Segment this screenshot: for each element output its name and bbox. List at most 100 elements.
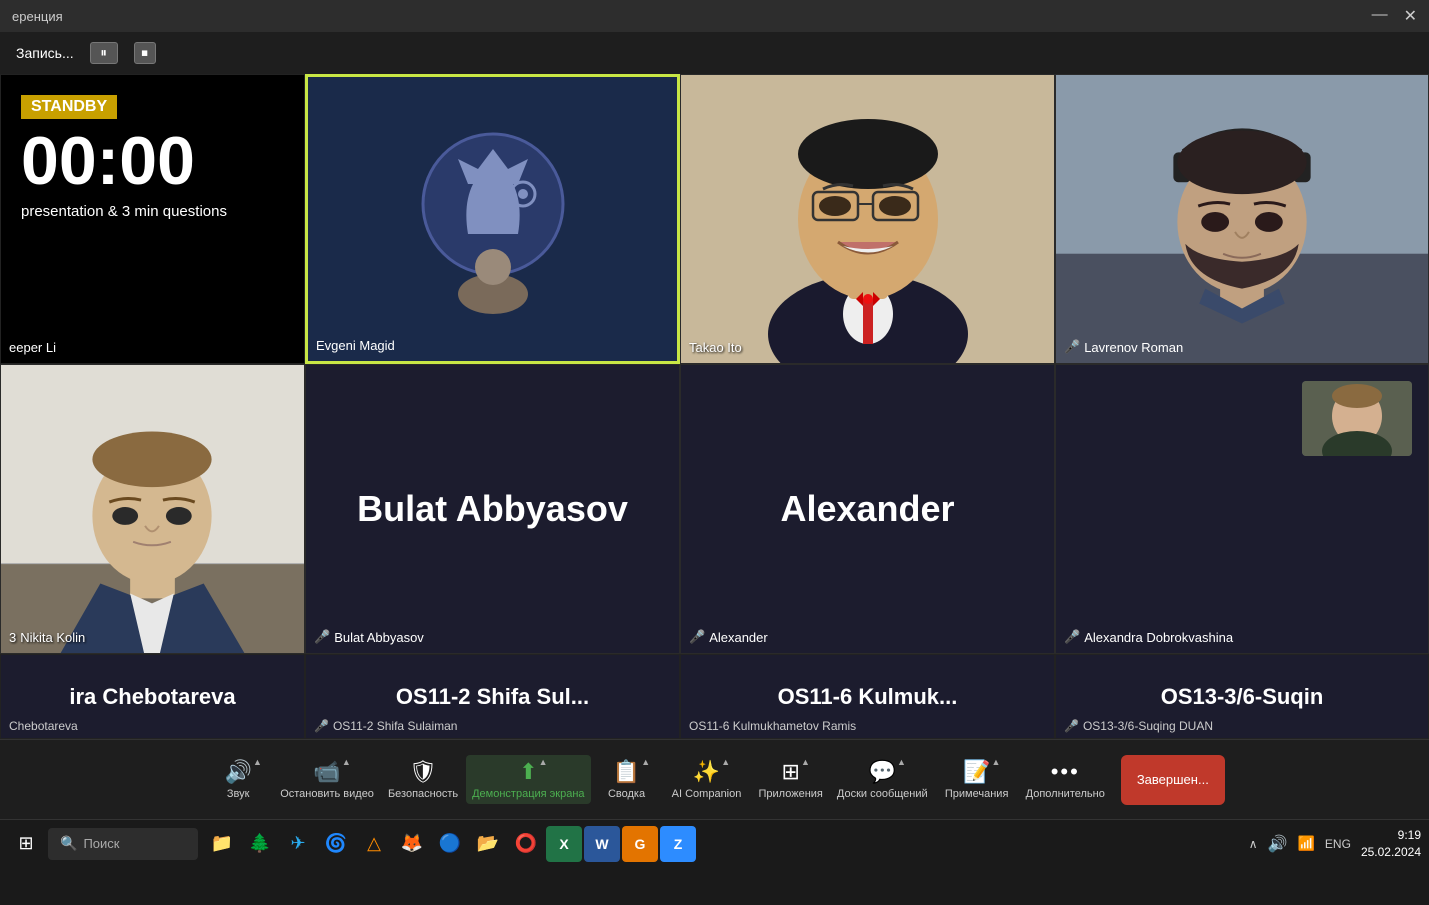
- participant-name-chebotareva: Chebotareva: [9, 719, 78, 733]
- ai-label: AI Companion: [672, 788, 742, 800]
- topbar: Запись... ⏸ ⏹: [0, 32, 1429, 74]
- whiteboards-label: Доски сообщений: [837, 788, 928, 800]
- time-display: 9:19: [1361, 827, 1421, 844]
- start-button[interactable]: ⊞: [8, 826, 44, 862]
- alexander-name: Alexander: [760, 468, 974, 550]
- close-button[interactable]: ✕: [1404, 6, 1417, 26]
- tool-share-screen[interactable]: ⬆ ▲ Демонстрация экрана: [466, 755, 590, 804]
- video-caret: ▲: [342, 757, 351, 767]
- end-meeting-button[interactable]: Завершен...: [1121, 755, 1225, 805]
- video-label: Остановить видео: [280, 788, 374, 800]
- window-title: еренция: [12, 9, 63, 24]
- video-cell-standby: STANDBY 00:00 presentation & 3 min quest…: [0, 74, 305, 364]
- tool-video[interactable]: 📹 ▲ Остановить видео: [274, 755, 380, 804]
- tool-ai-companion[interactable]: ✨ ▲ AI Companion: [663, 755, 751, 804]
- audio-icon: 🔊: [224, 759, 251, 785]
- taskbar-icon-word[interactable]: W: [584, 826, 620, 862]
- tool-apps[interactable]: ⊞ ▲ Приложения: [753, 755, 829, 804]
- participant-label: eeper Li: [9, 340, 56, 355]
- taskbar-icon-excel[interactable]: X: [546, 826, 582, 862]
- windows-icon: ⊞: [18, 833, 33, 854]
- taskbar-icon-explorer[interactable]: 📂: [470, 826, 506, 862]
- taskbar-icon-edge[interactable]: 🌀: [318, 826, 354, 862]
- taskbar-icon-zoom[interactable]: Z: [660, 826, 696, 862]
- reactions-icon: 📋: [613, 759, 640, 785]
- shifa-name: OS11-2 Shifa Sul...: [388, 676, 597, 718]
- more-icon: •••: [1051, 759, 1080, 785]
- lavrenov-face: [1056, 75, 1428, 363]
- apps-caret: ▲: [801, 757, 810, 767]
- audio-label: Звук: [227, 788, 250, 800]
- taskbar-icon-telegram[interactable]: ✈: [280, 826, 316, 862]
- tool-more[interactable]: ••• Дополнительно: [1020, 755, 1111, 804]
- taskbar-icon-opera[interactable]: ⭕: [508, 826, 544, 862]
- video-cell-nikita: 3 Nikita Kolin: [0, 364, 305, 654]
- tool-whiteboards[interactable]: 💬 ▲ Доски сообщений: [831, 755, 934, 804]
- window-controls: — ✕: [1372, 6, 1417, 26]
- taskbar-icon-chrome[interactable]: 🔵: [432, 826, 468, 862]
- standby-label: STANDBY: [21, 95, 117, 119]
- minimize-button[interactable]: —: [1372, 6, 1388, 26]
- taskbar-icon-files[interactable]: 📁: [204, 826, 240, 862]
- participant-name-nikita: 3 Nikita Kolin: [9, 630, 85, 645]
- participant-label: Alexander: [709, 630, 768, 645]
- standby-description: presentation & 3 min questions: [21, 203, 227, 220]
- system-tray-caret[interactable]: ∧: [1249, 837, 1258, 851]
- kulmuk-name: OS11-6 Kulmuk...: [770, 676, 966, 718]
- participant-name-evgeni: Evgeni Magid: [316, 338, 395, 353]
- participant-label: Evgeni Magid: [316, 338, 395, 353]
- share-label: Демонстрация экрана: [472, 788, 584, 800]
- network-icon[interactable]: 📶: [1297, 835, 1314, 852]
- suqin-name: OS13-3/6-Suqin: [1153, 676, 1332, 718]
- ai-icon: ✨: [693, 759, 720, 785]
- taskbar-right: ∧ 🔊 📶 ENG 9:19 25.02.2024: [1249, 827, 1421, 861]
- mic-muted-icon: 🎤: [1064, 339, 1080, 355]
- video-cell-lavrenov: 🎤 Lavrenov Roman: [1055, 74, 1429, 364]
- audio-caret: ▲: [253, 757, 262, 767]
- video-cell-takao: Takao Ito: [680, 74, 1055, 364]
- search-icon: 🔍: [60, 835, 77, 852]
- ai-caret: ▲: [721, 757, 730, 767]
- pause-button[interactable]: ⏸: [90, 42, 118, 64]
- tool-audio[interactable]: 🔊 ▲ Звук: [204, 755, 272, 804]
- participant-label: Alexandra Dobrokvashina: [1084, 630, 1233, 645]
- mic-muted-icon: 🎤: [689, 629, 705, 645]
- tool-notes[interactable]: 📝 ▲ Примечания: [936, 755, 1018, 804]
- notes-label: Примечания: [945, 788, 1009, 800]
- video-cell-chebotareva: ira Chebotareva Chebotareva: [0, 654, 305, 739]
- takao-face: [681, 75, 1054, 363]
- tool-security[interactable]: 🛡 Безопасность: [382, 755, 464, 804]
- apps-icon: ⊞: [781, 759, 799, 785]
- taskbar: ⊞ 🔍 Поиск 📁 🌲 ✈ 🌀 △ 🦊 🔵 📂 ⭕: [0, 819, 1429, 867]
- participant-name-lavrenov: 🎤 Lavrenov Roman: [1064, 339, 1183, 355]
- clock: 9:19 25.02.2024: [1361, 827, 1421, 861]
- taskbar-icon-firefox[interactable]: 🦊: [394, 826, 430, 862]
- participant-name-alexandra: 🎤 Alexandra Dobrokvashina: [1064, 629, 1233, 645]
- volume-icon[interactable]: 🔊: [1268, 834, 1288, 854]
- mic-muted-icon: 🎤: [1064, 629, 1080, 645]
- participant-label: Lavrenov Roman: [1084, 340, 1183, 355]
- chess-logo: [393, 119, 593, 319]
- taskbar-icon-atlas[interactable]: △: [356, 826, 392, 862]
- video-grid: STANDBY 00:00 presentation & 3 min quest…: [0, 74, 1429, 654]
- language-indicator[interactable]: ENG: [1325, 837, 1351, 851]
- chebotareva-name: ira Chebotareva: [61, 676, 243, 718]
- security-label: Безопасность: [388, 788, 458, 800]
- participant-label: Bulat Abbyasov: [334, 630, 424, 645]
- mic-muted-icon: 🎤: [314, 629, 330, 645]
- end-meeting-label: Завершен...: [1137, 772, 1209, 787]
- taskbar-icon-g[interactable]: G: [622, 826, 658, 862]
- share-icon: ⬆: [519, 759, 537, 785]
- video-cell-bulat: Bulat Abbyasov 🎤 Bulat Abbyasov: [305, 364, 680, 654]
- taskbar-icon-tree[interactable]: 🌲: [242, 826, 278, 862]
- video-cell-suqin: OS13-3/6-Suqin 🎤 OS13-3/6-Suqing DUAN: [1055, 654, 1429, 739]
- tool-reactions[interactable]: 📋 ▲ Сводка: [593, 755, 661, 804]
- nikita-face: [1, 365, 304, 653]
- video-cell-alexander: Alexander 🎤 Alexander: [680, 364, 1055, 654]
- participant-name-shifa: 🎤 OS11-2 Shifa Sulaiman: [314, 719, 457, 733]
- taskbar-search[interactable]: 🔍 Поиск: [48, 828, 198, 860]
- video-cell-shifa: OS11-2 Shifa Sul... 🎤 OS11-2 Shifa Sulai…: [305, 654, 680, 739]
- stop-button[interactable]: ⏹: [134, 42, 156, 64]
- share-caret: ▲: [539, 757, 548, 767]
- participant-name-takao: Takao Ito: [689, 340, 742, 355]
